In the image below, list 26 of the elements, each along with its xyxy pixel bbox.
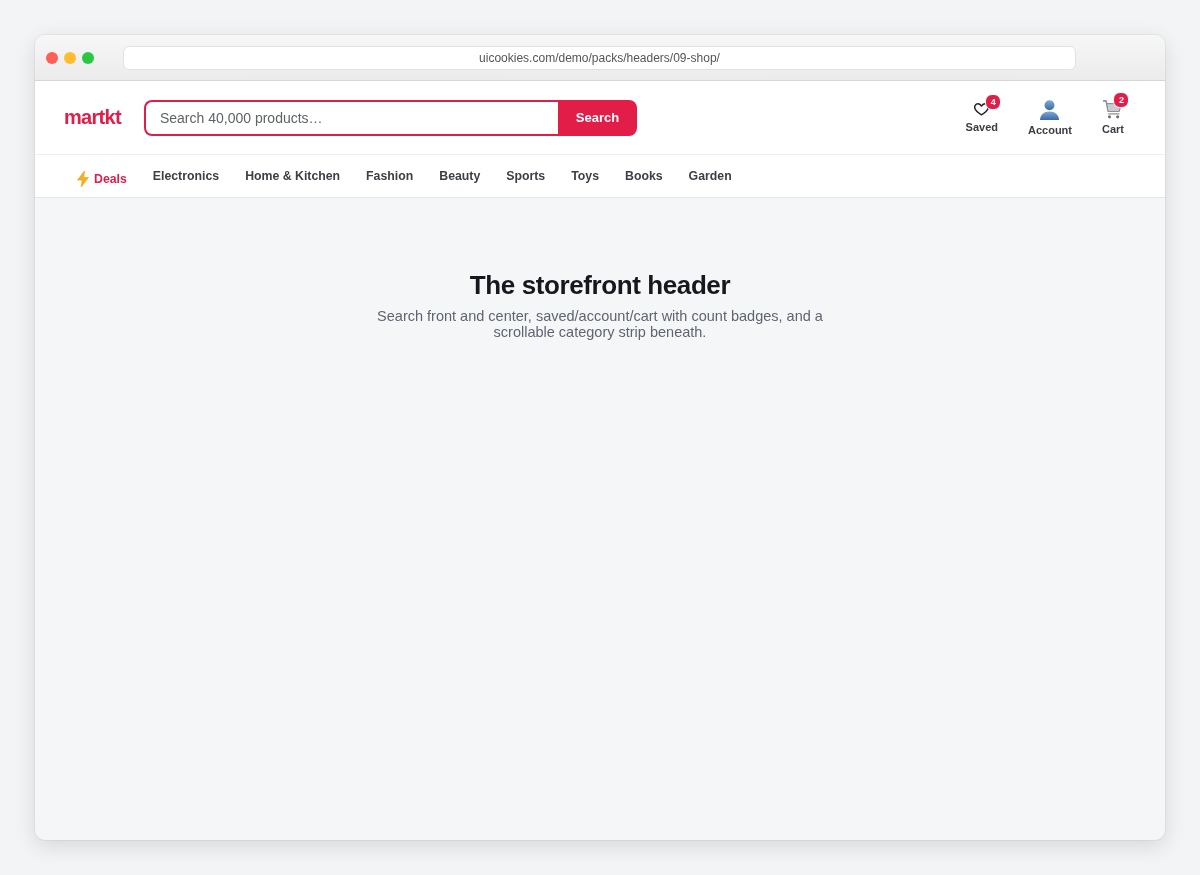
category-link[interactable]: Sports: [493, 169, 559, 183]
category-link[interactable]: Toys: [558, 169, 612, 183]
account-button[interactable]: Account: [1021, 91, 1079, 136]
maximize-icon[interactable]: [82, 51, 94, 64]
category-link[interactable]: Electronics: [139, 169, 233, 183]
search-field[interactable]: Search 40,000 products…: [143, 99, 558, 136]
search-button[interactable]: Search: [557, 99, 637, 136]
deals-link[interactable]: Deals: [64, 170, 140, 187]
lightning-icon: [77, 170, 89, 187]
address-bar[interactable]: uicookies.com/demo/packs/headers/09-shop/: [123, 45, 1076, 70]
heart-icon: [974, 103, 990, 116]
saved-button[interactable]: 4 Saved: [958, 94, 1005, 133]
count-badge: 4: [985, 94, 1002, 110]
category-link[interactable]: Garden: [675, 169, 745, 183]
hero-title: The storefront header: [469, 269, 731, 301]
logo[interactable]: martkt: [64, 106, 121, 129]
category-link[interactable]: Fashion: [353, 169, 427, 183]
person-icon: [1040, 99, 1060, 120]
category-link[interactable]: Home & Kitchen: [232, 169, 354, 183]
minimize-icon[interactable]: [64, 51, 76, 64]
category-link[interactable]: Books: [612, 169, 676, 183]
cart-button[interactable]: 2 Cart: [1095, 92, 1131, 135]
count-badge: 2: [1113, 92, 1130, 108]
hero-subtitle: Search front and center, saved/account/cart with count badges, and a scrollable category strip beneath.: [376, 308, 824, 340]
category-link[interactable]: Beauty: [426, 169, 494, 183]
close-icon[interactable]: [46, 51, 58, 64]
